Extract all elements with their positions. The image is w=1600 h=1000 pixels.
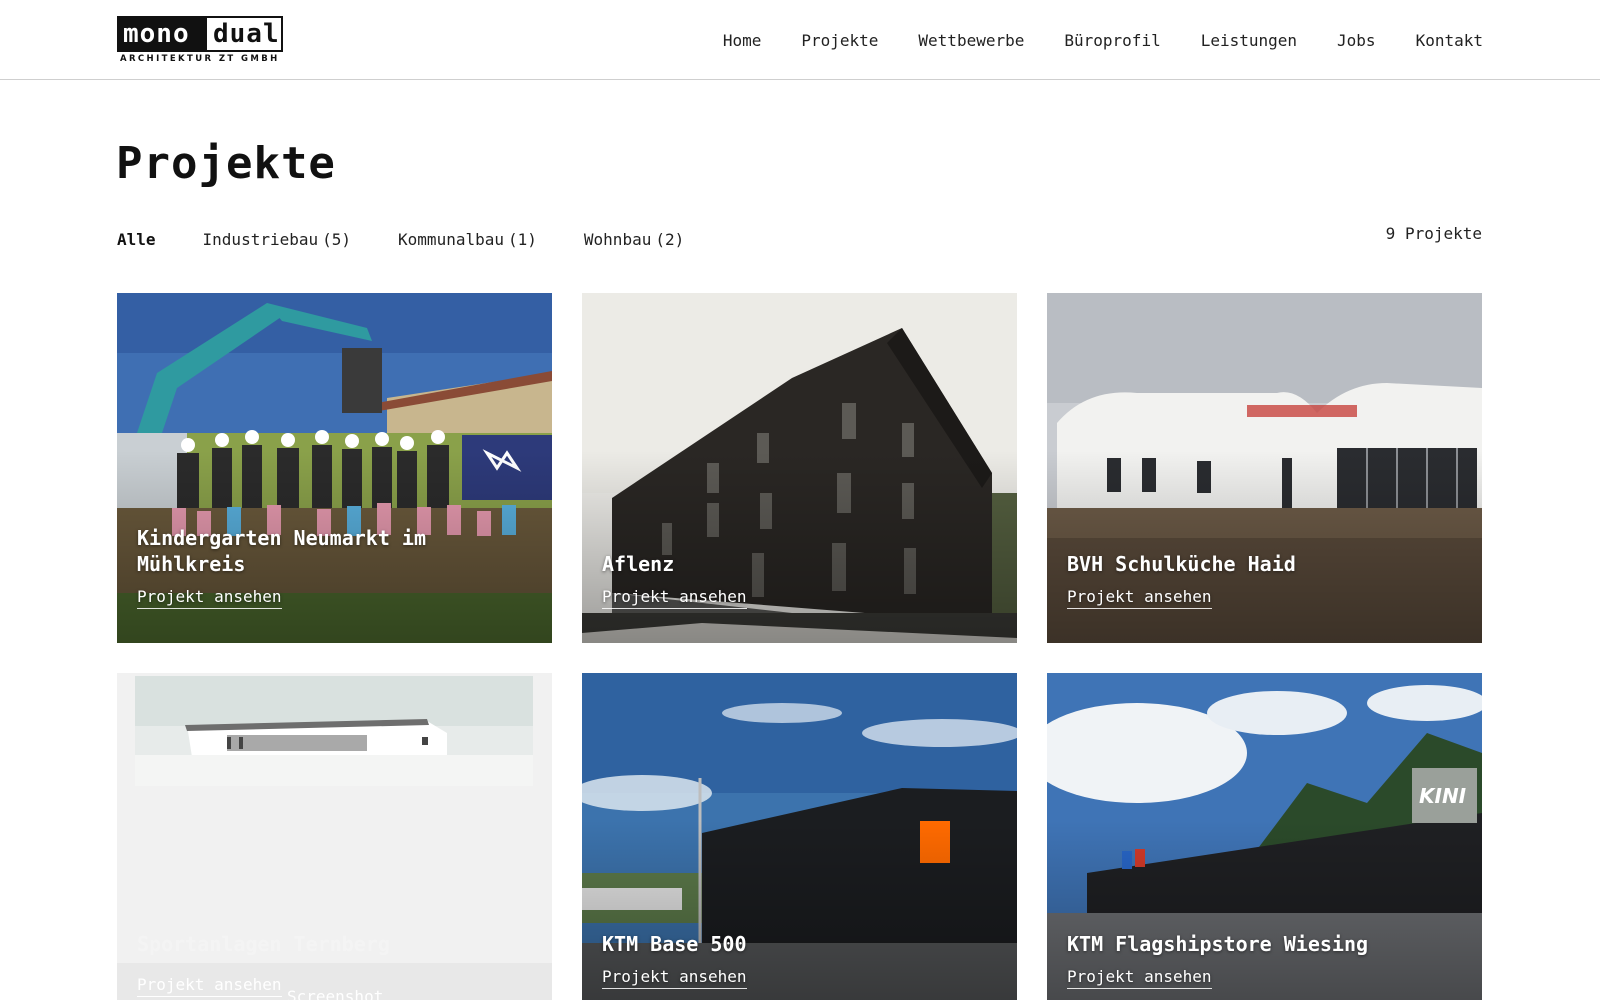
mono-dual-logo[interactable]: mono dual ARCHITEKTUR ZT GMBH xyxy=(117,16,283,64)
project-link[interactable]: Projekt ansehen xyxy=(1067,587,1212,609)
project-link[interactable]: Projekt ansehen xyxy=(137,587,282,609)
project-card-kindergarten[interactable]: Kindergarten Neumarkt im Mühlkreis Proje… xyxy=(117,293,552,643)
project-card-ktm-flagship[interactable]: KINI KTM Flagshipstore Wiesing Projekt a… xyxy=(1047,673,1482,1000)
nav-jobs[interactable]: Jobs xyxy=(1337,31,1376,50)
filter-count: (1) xyxy=(508,230,537,249)
project-link[interactable]: Projekt ansehen xyxy=(602,967,747,989)
filter-label: Wohnbau xyxy=(583,230,652,249)
nav-wettbewerbe[interactable]: Wettbewerbe xyxy=(918,31,1024,50)
site-header: mono dual ARCHITEKTUR ZT GMBH Home Proje… xyxy=(0,0,1600,80)
filter-wohnbau[interactable]: Wohnbau (2) xyxy=(584,230,684,249)
project-link[interactable]: Projekt ansehen xyxy=(137,975,282,997)
filter-industriebau[interactable]: Industriebau (5) xyxy=(203,230,352,249)
filter-alle[interactable]: Alle xyxy=(117,230,156,249)
filter-count: (2) xyxy=(655,230,685,249)
logo-subtitle: ARCHITEKTUR ZT GMBH xyxy=(120,54,280,64)
filter-count: (5) xyxy=(322,230,352,249)
project-title: KTM Flagshipstore Wiesing xyxy=(1067,932,1369,956)
screenshot-caption: Screenshot xyxy=(287,987,384,1000)
filter-label: Alle xyxy=(117,230,156,249)
filter-kommunalbau[interactable]: Kommunalbau (1) xyxy=(398,230,537,249)
project-card-aflenz[interactable]: Aflenz Projekt ansehen xyxy=(582,293,1017,643)
logo-word-dual: dual xyxy=(207,16,283,52)
project-link[interactable]: Projekt ansehen xyxy=(1067,967,1212,989)
project-card-sportanlagen[interactable]: Sportanlagen Ternberg Projekt ansehen Sc… xyxy=(117,673,552,1000)
nav-leistungen[interactable]: Leistungen xyxy=(1201,31,1297,50)
project-title: Aflenz xyxy=(602,552,675,576)
main-nav: Home Projekte Wettbewerbe Büroprofil Lei… xyxy=(683,0,1483,80)
project-title: Sportanlagen Ternberg xyxy=(137,932,390,956)
nav-projekte[interactable]: Projekte xyxy=(801,31,878,50)
project-card-schulkueche[interactable]: BVH Schulküche Haid Projekt ansehen xyxy=(1047,293,1482,643)
nav-home[interactable]: Home xyxy=(723,31,762,50)
project-card-ktm-base[interactable]: KTM Base 500 Projekt ansehen xyxy=(582,673,1017,1000)
project-title: BVH Schulküche Haid xyxy=(1067,552,1296,576)
category-filters: Alle Industriebau (5) Kommunalbau (1) Wohn… xyxy=(117,230,731,249)
project-count: 9 Projekte xyxy=(1385,224,1482,243)
nav-bueroprofil[interactable]: Büroprofil xyxy=(1064,31,1160,50)
project-title: Kindergarten Neumarkt im Mühlkreis xyxy=(137,526,426,576)
project-title: KTM Base 500 xyxy=(602,932,747,956)
nav-kontakt[interactable]: Kontakt xyxy=(1416,31,1483,50)
filter-label: Industriebau xyxy=(202,230,319,249)
project-link[interactable]: Projekt ansehen xyxy=(602,587,747,609)
logo-word-mono: mono xyxy=(117,16,207,52)
page-title: Projekte xyxy=(116,138,336,189)
filter-label: Kommunalbau xyxy=(398,230,504,249)
